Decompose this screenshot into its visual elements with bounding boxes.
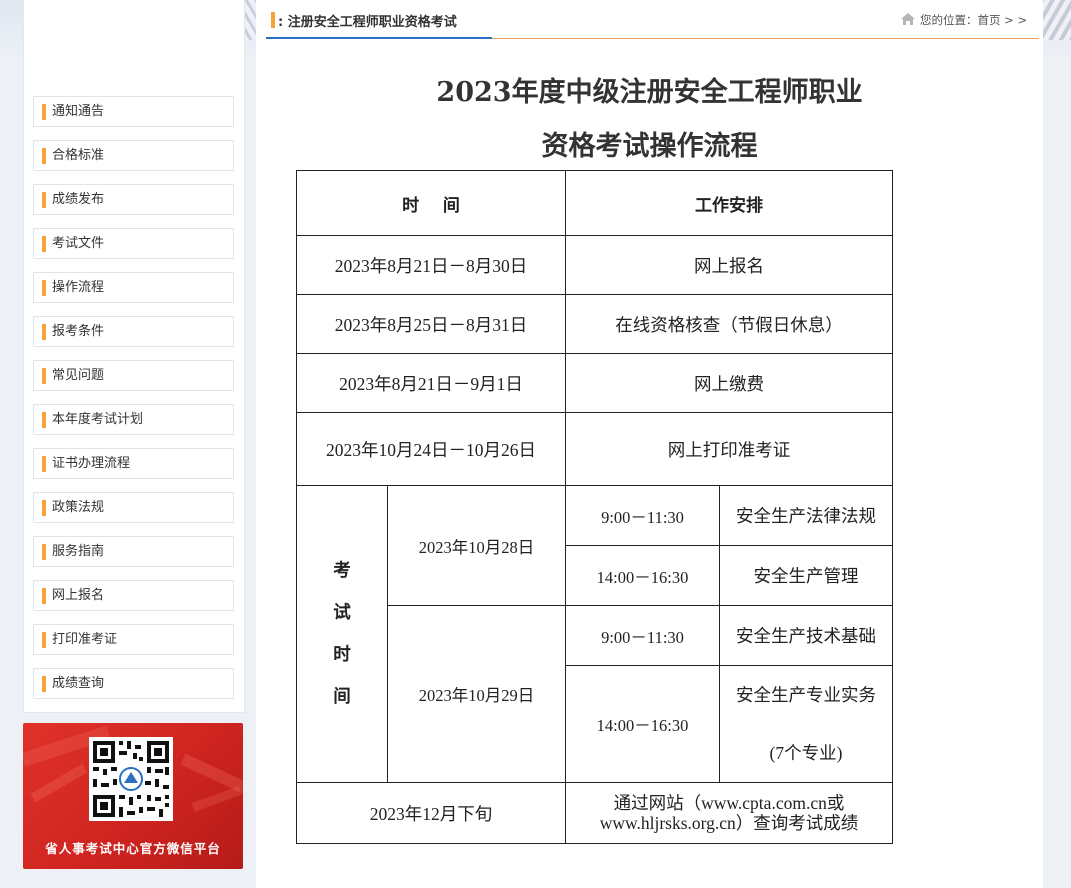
sidebar-item-score-query[interactable]: 成绩查询 — [33, 668, 234, 699]
table-row: 2023年8月21日－8月30日 网上报名 — [296, 235, 893, 295]
decorative-ray — [191, 786, 242, 812]
sidebar-item-pass-standard[interactable]: 合格标准 — [33, 140, 234, 171]
bullet-bar-icon — [42, 104, 46, 120]
section-title: : 注册安全工程师职业资格考试 — [278, 15, 457, 30]
main-content: : 注册安全工程师职业资格考试 您的位置：首页 > > 2023年度中级注册安全… — [256, 0, 1043, 888]
bullet-bar-icon — [42, 588, 46, 604]
header-divider — [492, 38, 1039, 39]
session-time: 14:00－16:30 — [565, 545, 720, 606]
sidebar-item-certificate-process[interactable]: 证书办理流程 — [33, 448, 234, 479]
sidebar-item-label: 打印准考证 — [52, 632, 118, 647]
session-subject: 安全生产法律法规 — [719, 485, 893, 546]
exam-label-char: 间 — [333, 687, 351, 707]
session-subject: 安全生产技术基础 — [719, 605, 893, 666]
sidebar-item-exam-documents[interactable]: 考试文件 — [33, 228, 234, 259]
session-subject-cell: 安全生产专业实务 (7个专业) — [719, 665, 893, 783]
session-time: 14:00－16:30 — [565, 665, 720, 783]
table-row: 考 试 时 间 2023年10月28日 9:00－11:30 安全生产法律法规 — [296, 485, 893, 783]
exam-label-char: 时 — [333, 645, 351, 665]
bullet-bar-icon — [42, 412, 46, 428]
header-divider — [266, 37, 492, 39]
bullet-bar-icon — [42, 500, 46, 516]
session-subject: 安全生产管理 — [719, 545, 893, 606]
table-row: 2023年8月21日－9月1日 网上缴费 — [296, 353, 893, 413]
qr-caption: 省人事考试中心官方微信平台 — [45, 841, 221, 856]
sidebar-item-label: 网上报名 — [52, 588, 105, 603]
sidebar-item-annual-plan[interactable]: 本年度考试计划 — [33, 404, 234, 435]
breadcrumb[interactable]: 您的位置：首页 > > — [920, 12, 1027, 28]
table-cell-time: 2023年8月21日－8月30日 — [296, 235, 566, 295]
table-cell-time: 2023年10月24日－10月26日 — [296, 412, 566, 486]
article-title-line-2: 资格考试操作流程 — [541, 131, 758, 162]
schedule-table: 时 间 工作安排 2023年8月21日－8月30日 网上报名 2023年8月25… — [296, 170, 893, 844]
table-row: 2023年10月24日－10月26日 网上打印准考证 — [296, 412, 893, 486]
bullet-bar-icon — [271, 12, 275, 28]
exam-label-char: 考 — [333, 561, 351, 581]
session-time: 9:00－11:30 — [565, 485, 720, 546]
sidebar-item-procedure[interactable]: 操作流程 — [33, 272, 234, 303]
home-icon[interactable] — [900, 11, 916, 25]
table-row: 2023年8月25日－8月31日 在线资格核查（节假日休息） — [296, 294, 893, 354]
sidebar-item-label: 服务指南 — [52, 544, 105, 559]
sidebar-item-score-release[interactable]: 成绩发布 — [33, 184, 234, 215]
table-header-row: 时 间 工作安排 — [296, 170, 893, 236]
sidebar-item-label: 本年度考试计划 — [52, 412, 144, 427]
bullet-bar-icon — [42, 192, 46, 208]
sidebar-item-label: 成绩发布 — [52, 192, 105, 207]
session-subject: 安全生产专业实务 — [736, 685, 876, 705]
article-title-line-1: 2023年度中级注册安全工程师职业 — [436, 77, 863, 108]
table-cell-time: 2023年8月21日－9月1日 — [296, 353, 566, 413]
sidebar-item-label: 报考条件 — [52, 324, 105, 339]
qr-code — [89, 737, 173, 821]
table-cell-work: 网上打印准考证 — [565, 412, 893, 486]
sidebar-nav: 通知通告 合格标准 成绩发布 考试文件 操作流程 报考条件 常见问题 本年度考试… — [33, 96, 234, 712]
exam-date: 2023年10月28日 — [387, 485, 566, 606]
sidebar-item-label: 证书办理流程 — [52, 456, 131, 471]
exam-time-label: 考 试 时 间 — [296, 485, 388, 783]
bullet-bar-icon — [42, 456, 46, 472]
table-cell-work: 网上报名 — [565, 235, 893, 295]
decorative-ray — [30, 763, 88, 803]
exam-date: 2023年10月29日 — [387, 605, 566, 783]
wechat-qr-card[interactable]: 省人事考试中心官方微信平台 — [23, 723, 243, 869]
sidebar-item-policies[interactable]: 政策法规 — [33, 492, 234, 523]
sidebar-item-eligibility[interactable]: 报考条件 — [33, 316, 234, 347]
bullet-bar-icon — [42, 236, 46, 252]
bullet-bar-icon — [42, 324, 46, 340]
exam-label-char: 试 — [333, 603, 351, 623]
table-cell-work: 通过网站（www.cpta.com.cn或 www.hljrsks.org.cn… — [565, 782, 893, 844]
sidebar-item-service-guide[interactable]: 服务指南 — [33, 536, 234, 567]
session-subject-note: (7个专业) — [769, 743, 843, 763]
sidebar-item-label: 常见问题 — [52, 368, 105, 383]
result-note-line-1: 通过网站（www.cpta.com.cn或 — [613, 793, 845, 813]
result-note-line-2: www.hljrsks.org.cn）查询考试成绩 — [599, 813, 859, 833]
sidebar-item-print-admission[interactable]: 打印准考证 — [33, 624, 234, 655]
table-cell-work: 在线资格核查（节假日休息） — [565, 294, 893, 354]
table-cell-time: 2023年8月25日－8月31日 — [296, 294, 566, 354]
bullet-bar-icon — [42, 544, 46, 560]
column-header-time: 时 间 — [296, 170, 566, 236]
sidebar: 通知通告 合格标准 成绩发布 考试文件 操作流程 报考条件 常见问题 本年度考试… — [23, 0, 245, 713]
sidebar-item-label: 成绩查询 — [52, 676, 105, 691]
section-header: : 注册安全工程师职业资格考试 您的位置：首页 > > — [266, 0, 1039, 40]
column-header-work: 工作安排 — [565, 170, 893, 236]
table-row: 2023年12月下旬 通过网站（www.cpta.com.cn或 www.hlj… — [296, 782, 893, 844]
bullet-bar-icon — [42, 632, 46, 648]
decorative-stripes — [1040, 0, 1071, 40]
bullet-bar-icon — [42, 148, 46, 164]
sidebar-item-faq[interactable]: 常见问题 — [33, 360, 234, 391]
sidebar-item-label: 合格标准 — [52, 148, 105, 163]
bullet-bar-icon — [42, 280, 46, 296]
bullet-bar-icon — [42, 368, 46, 384]
sidebar-item-notices[interactable]: 通知通告 — [33, 96, 234, 127]
sidebar-item-label: 通知通告 — [52, 104, 105, 119]
sidebar-item-label: 操作流程 — [52, 280, 105, 295]
table-cell-work: 网上缴费 — [565, 353, 893, 413]
sidebar-item-online-registration[interactable]: 网上报名 — [33, 580, 234, 611]
sidebar-item-label: 考试文件 — [52, 236, 105, 251]
table-cell-time: 2023年12月下旬 — [296, 782, 566, 844]
session-time: 9:00－11:30 — [565, 605, 720, 666]
bullet-bar-icon — [42, 676, 46, 692]
sidebar-item-label: 政策法规 — [52, 500, 105, 515]
